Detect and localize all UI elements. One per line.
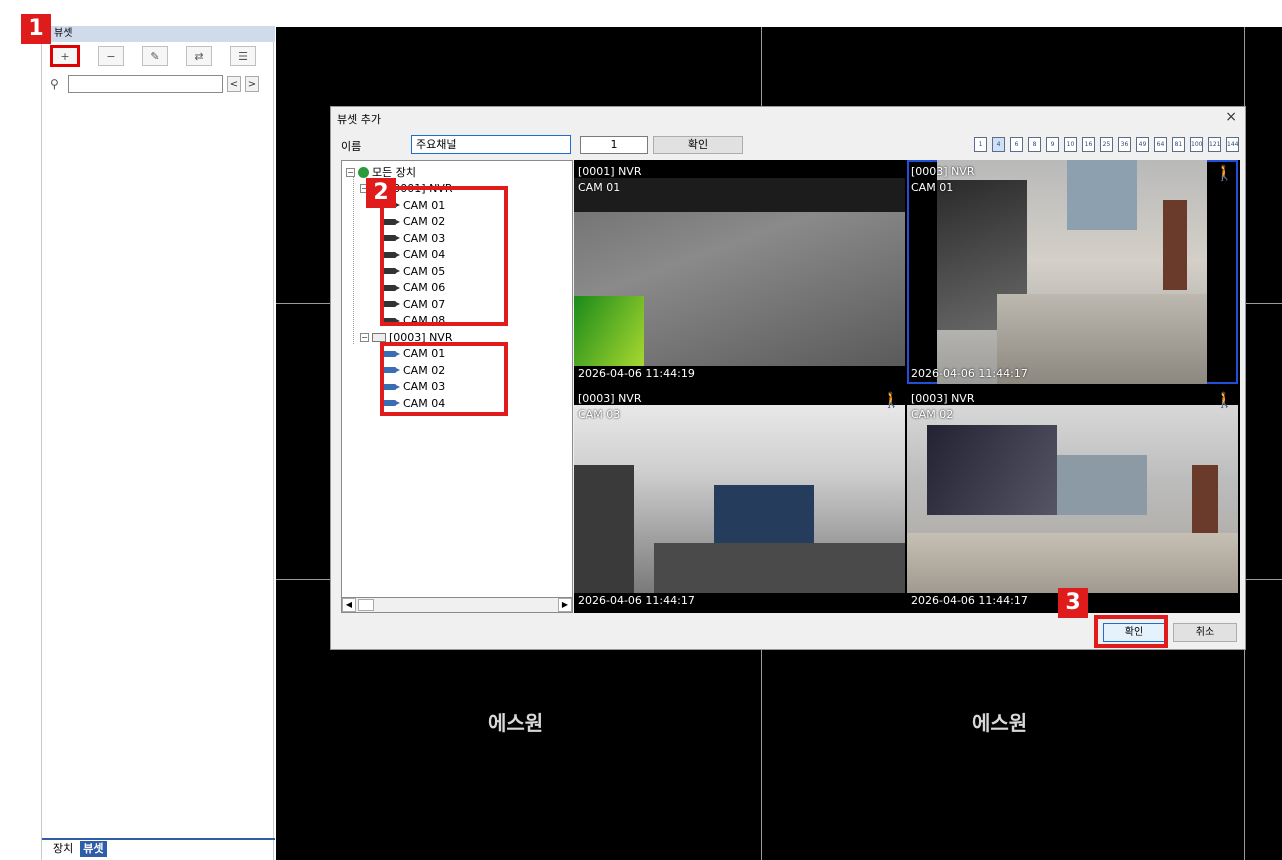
tile-timestamp: 2026-04-06 11:44:17 — [911, 594, 1028, 607]
camera-image — [907, 405, 1238, 593]
video-grid: [0001] NVR CAM 01 2026-04-06 11:44:19 [0003… — [574, 160, 1240, 613]
edit-viewset-button[interactable]: ✎ — [142, 46, 168, 66]
dialog-title: 뷰셋 추가 — [337, 113, 381, 126]
camera-image — [574, 465, 634, 593]
tile-timestamp: 2026-04-06 11:44:17 — [578, 594, 695, 607]
scroll-right-icon[interactable]: ▶ — [558, 598, 572, 612]
tile-nvr: [0003] NVR — [911, 165, 975, 178]
collapse-icon[interactable]: − — [360, 332, 369, 342]
prev-button[interactable]: < — [227, 76, 241, 92]
scroll-left-icon[interactable]: ◀ — [342, 598, 356, 612]
camera-image — [1057, 455, 1147, 515]
layout-100-icon[interactable]: 100 — [1190, 137, 1203, 152]
camera-image — [574, 405, 905, 593]
search-input[interactable] — [68, 75, 223, 93]
step-badge: 2 — [366, 178, 396, 208]
search-icon: ⚲ — [50, 77, 59, 91]
camera-tile[interactable]: [0003] NVR CAM 03 2026-04-06 11:44:17 🚶 — [574, 387, 905, 611]
nvr-icon — [372, 332, 386, 342]
highlight-box-cams-0003 — [380, 342, 508, 416]
camera-image — [1067, 160, 1137, 230]
layout-4-icon[interactable]: 4 — [992, 137, 1005, 152]
camera-image — [927, 425, 1057, 515]
tile-camera: CAM 03 — [578, 408, 621, 421]
number-field[interactable]: 1 — [580, 136, 648, 154]
layout-64-icon[interactable]: 64 — [1154, 137, 1167, 152]
close-icon[interactable]: × — [1225, 109, 1237, 125]
highlight-box-ok — [1094, 615, 1168, 648]
panel-tabs: 장치 뷰셋 — [42, 838, 275, 858]
confirm-name-button[interactable]: 확인 — [653, 136, 743, 154]
layout-8-icon[interactable]: 8 — [1028, 137, 1041, 152]
layout-10-icon[interactable]: 10 — [1064, 137, 1077, 152]
layout-49-icon[interactable]: 49 — [1136, 137, 1149, 152]
tile-timestamp: 2026-04-06 11:44:19 — [578, 367, 695, 380]
tile-nvr: [0003] NVR — [578, 392, 642, 405]
edit-icon: ✎ — [150, 49, 160, 63]
remove-viewset-button[interactable]: − — [98, 46, 124, 66]
tile-nvr: [0003] NVR — [911, 392, 975, 405]
tile-camera: CAM 01 — [911, 181, 954, 194]
list-viewset-button[interactable]: ☰ — [230, 46, 256, 66]
tab-devices[interactable]: 장치 — [50, 841, 76, 857]
tile-camera: CAM 01 — [578, 181, 621, 194]
scroll-thumb[interactable] — [358, 599, 374, 611]
tile-camera: CAM 02 — [911, 408, 954, 421]
viewset-panel: 뷰셋 + − ✎ ⇄ ☰ ⚲ < > 장치 뷰셋 — [41, 26, 275, 860]
step-badge: 1 — [21, 14, 51, 44]
wall-tile-label: 에스원 — [972, 711, 1028, 735]
cancel-button[interactable]: 취소 — [1173, 623, 1237, 642]
camera-image — [907, 533, 1238, 593]
motion-icon: 🚶 — [1215, 164, 1234, 182]
name-field[interactable]: 주요채널 — [411, 135, 571, 154]
tab-viewset[interactable]: 뷰셋 — [80, 841, 107, 857]
search-bar: ⚲ < > — [50, 75, 259, 93]
layout-36-icon[interactable]: 36 — [1118, 137, 1131, 152]
tile-label: [0003] NVR CAM 01 — [911, 164, 974, 196]
layout-6-icon[interactable]: 6 — [1010, 137, 1023, 152]
list-icon: ☰ — [238, 49, 248, 63]
tree-scrollbar[interactable]: ◀ ▶ — [341, 597, 573, 613]
tile-timestamp: 2026-04-06 11:44:17 — [911, 367, 1028, 380]
add-viewset-button[interactable]: + — [50, 45, 80, 67]
next-button[interactable]: > — [245, 76, 259, 92]
tree-guide-line — [353, 169, 354, 344]
link-icon: ⇄ — [194, 49, 204, 63]
globe-icon — [358, 167, 369, 178]
motion-icon: 🚶 — [882, 391, 901, 409]
highlight-box-cams-0001 — [380, 186, 508, 326]
tile-nvr: [0001] NVR — [578, 165, 642, 178]
camera-tile[interactable]: [0003] NVR CAM 02 2026-04-06 11:44:17 🚶 — [907, 387, 1238, 611]
collapse-icon[interactable]: − — [346, 168, 355, 177]
camera-image — [997, 294, 1207, 384]
camera-image — [654, 543, 905, 593]
camera-tile[interactable]: [0001] NVR CAM 01 2026-04-06 11:44:19 — [574, 160, 905, 384]
layout-144-icon[interactable]: 144 — [1226, 137, 1239, 152]
name-label: 이름 — [341, 140, 362, 153]
tile-label: [0003] NVR CAM 03 — [578, 391, 641, 423]
tile-label: [0003] NVR CAM 02 — [911, 391, 974, 423]
remove-icon: − — [106, 49, 116, 63]
camera-image — [574, 178, 905, 366]
layout-1-icon[interactable]: 1 — [974, 137, 987, 152]
step-badge: 3 — [1058, 588, 1088, 618]
wall-tile-label: 에스원 — [488, 711, 544, 735]
camera-tile[interactable]: [0003] NVR CAM 01 2026-04-06 11:44:17 🚶 — [907, 160, 1238, 384]
app-window: 뷰셋 + − ✎ ⇄ ☰ ⚲ < > 장치 뷰셋 에스원 에스원 뷰셋 추가 ×… — [0, 0, 1282, 860]
layout-25-icon[interactable]: 25 — [1100, 137, 1113, 152]
layout-81-icon[interactable]: 81 — [1172, 137, 1185, 152]
motion-icon: 🚶 — [1215, 391, 1234, 409]
add-icon: + — [60, 49, 70, 63]
layout-selector: 1 4 6 8 9 10 16 25 36 49 64 81 100 121 144 — [974, 137, 1239, 152]
panel-header: 뷰셋 — [42, 26, 275, 42]
layout-16-icon[interactable]: 16 — [1082, 137, 1095, 152]
camera-image — [1163, 200, 1187, 290]
layout-121-icon[interactable]: 121 — [1208, 137, 1221, 152]
link-viewset-button[interactable]: ⇄ — [186, 46, 212, 66]
camera-image — [937, 160, 1207, 384]
camera-image — [574, 296, 644, 366]
layout-9-icon[interactable]: 9 — [1046, 137, 1059, 152]
panel-toolbar: + − ✎ ⇄ ☰ — [42, 43, 275, 69]
tile-label: [0001] NVR CAM 01 — [578, 164, 641, 196]
